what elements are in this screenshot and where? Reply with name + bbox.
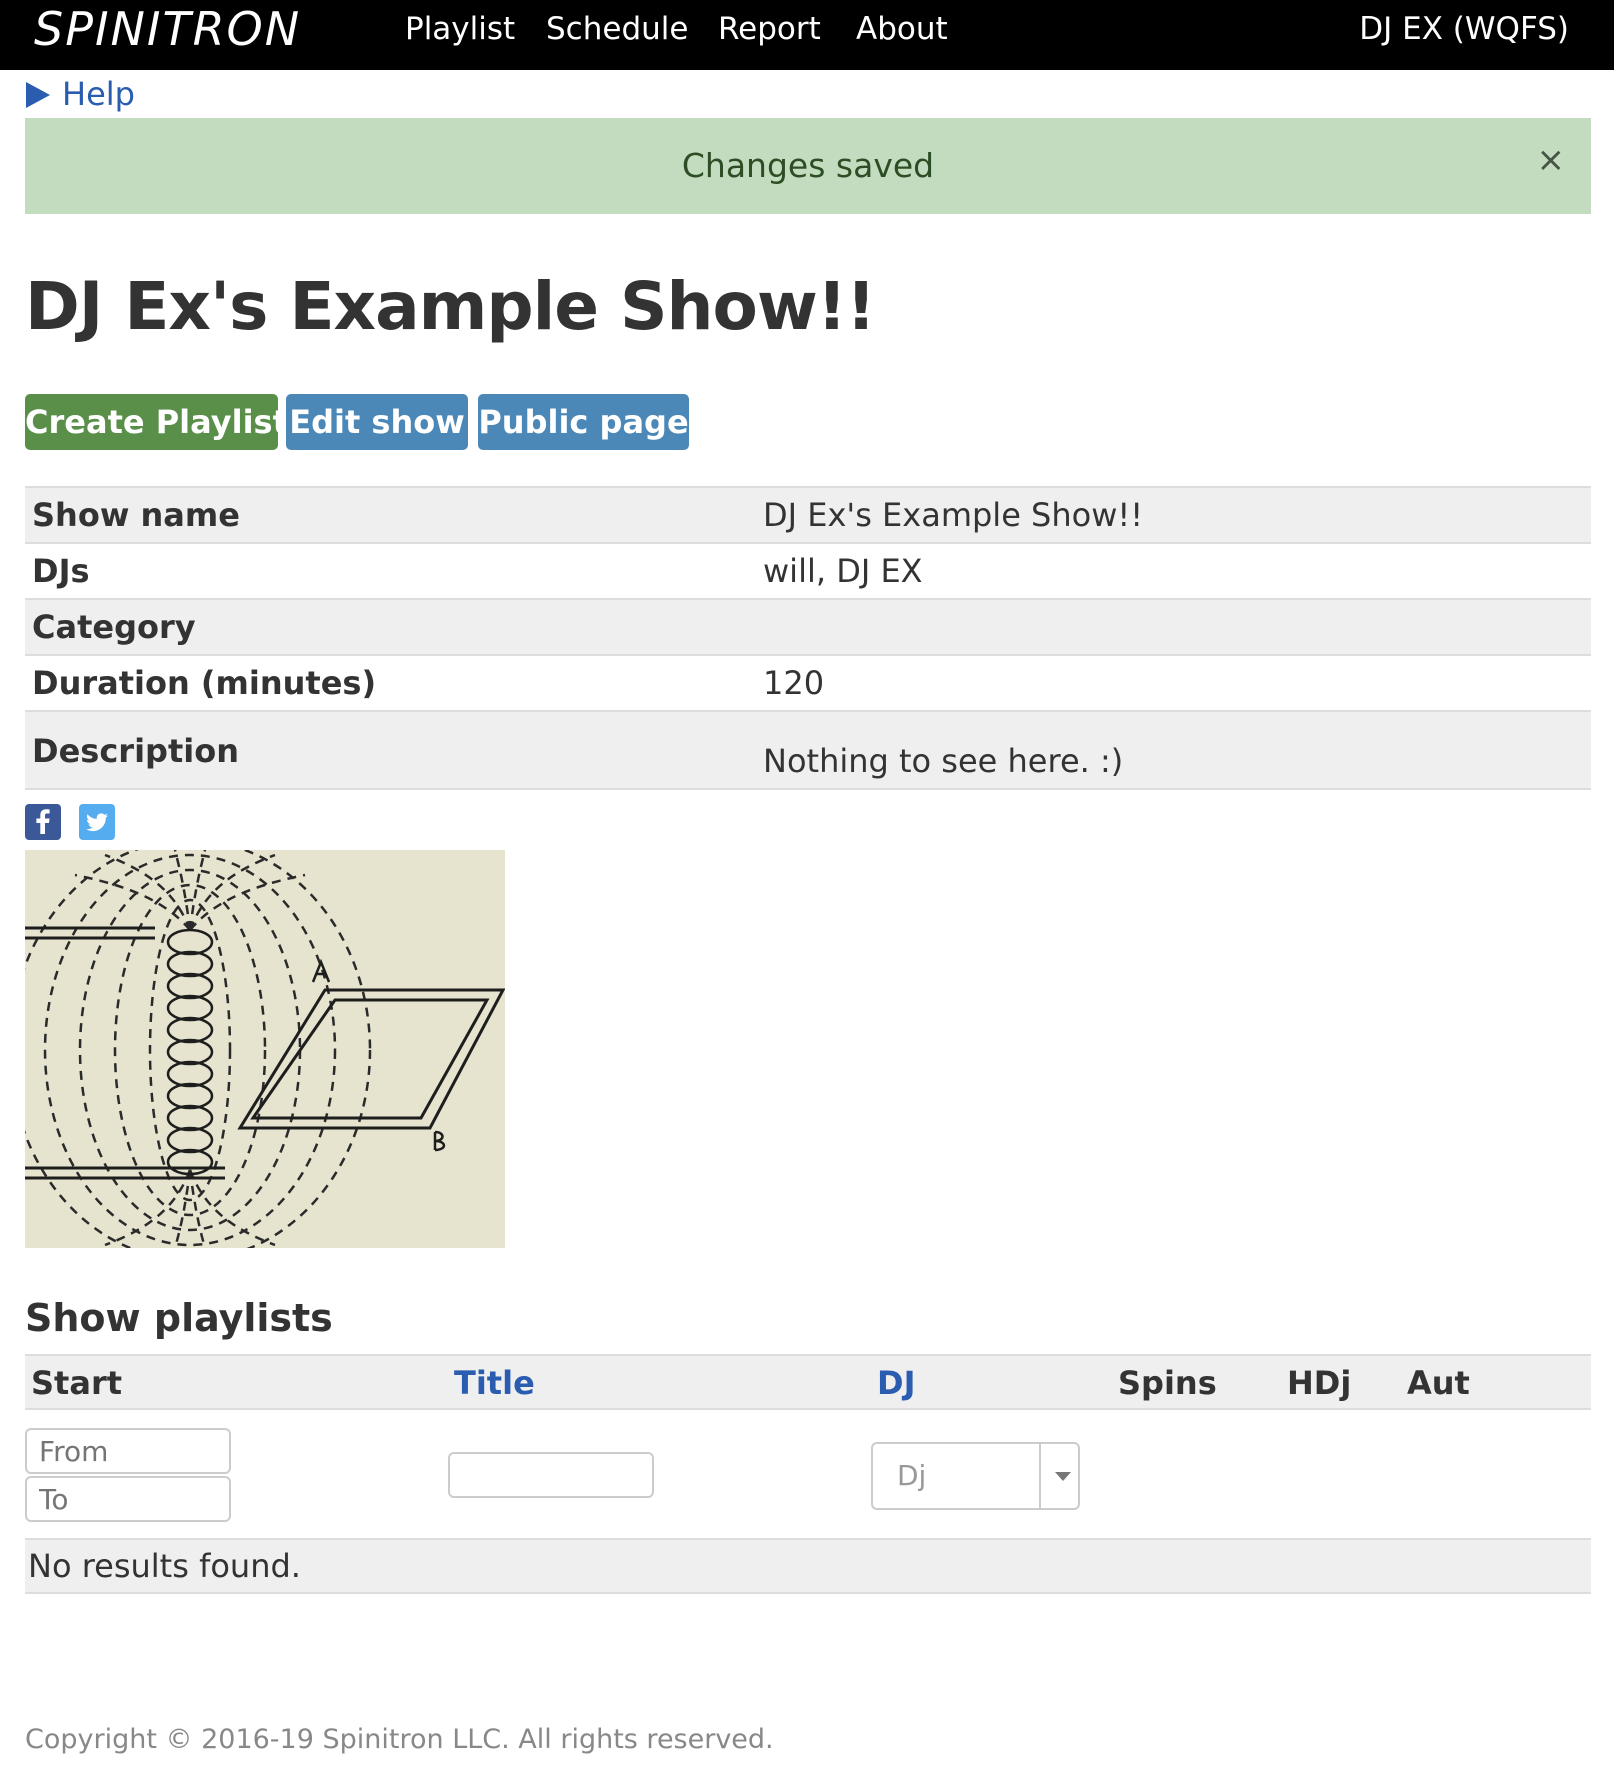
nav-item-about[interactable]: About <box>856 0 948 58</box>
help-toggle[interactable]: Help <box>26 72 135 116</box>
info-value: Nothing to see here. :) <box>763 742 1124 780</box>
divider <box>25 788 1591 790</box>
section-title-show-playlists: Show playlists <box>25 1296 333 1340</box>
info-row-duration: Duration (minutes) 120 <box>25 654 1591 710</box>
twitter-icon[interactable] <box>79 804 115 840</box>
empty-message: No results found. <box>28 1547 301 1585</box>
filter-from-input[interactable] <box>25 1428 231 1474</box>
info-label: DJs <box>32 552 90 590</box>
column-header-dj[interactable]: DJ <box>877 1356 915 1410</box>
filter-dj-select[interactable]: Dj <box>871 1442 1080 1510</box>
playlists-table-header: Start Title DJ Spins HDj Aut <box>25 1354 1591 1410</box>
success-alert: Changes saved × <box>25 118 1591 214</box>
info-label: Description <box>32 732 239 770</box>
user-menu[interactable]: DJ EX (WQFS) <box>1359 0 1569 58</box>
info-row-show-name: Show name DJ Ex's Example Show!! <box>25 486 1591 542</box>
info-value: will, DJ EX <box>763 552 923 590</box>
create-playlist-button[interactable]: Create Playlist <box>25 394 288 450</box>
select-placeholder: Dj <box>897 1459 927 1492</box>
chevron-down-icon <box>1055 1472 1071 1481</box>
info-label: Duration (minutes) <box>32 664 377 702</box>
alert-message: Changes saved <box>681 146 935 185</box>
filter-to-input[interactable] <box>25 1476 231 1522</box>
divider <box>1039 1444 1041 1508</box>
public-page-button[interactable]: Public page <box>478 394 689 450</box>
column-header-start: Start <box>31 1364 123 1402</box>
column-header-hdj: HDj <box>1287 1364 1352 1402</box>
info-label: Category <box>32 608 196 646</box>
column-header-aut: Aut <box>1407 1364 1470 1402</box>
column-header-spins: Spins <box>1118 1364 1217 1402</box>
nav-item-report[interactable]: Report <box>718 0 821 58</box>
nav-item-schedule[interactable]: Schedule <box>546 0 688 58</box>
facebook-icon[interactable] <box>25 804 61 840</box>
empty-results-row: No results found. <box>25 1538 1591 1594</box>
info-value: DJ Ex's Example Show!! <box>763 496 1144 534</box>
footer-copyright: Copyright © 2016-19 Spinitron LLC. All r… <box>25 1724 774 1755</box>
info-label: Show name <box>32 496 240 534</box>
info-row-category: Category <box>25 598 1591 654</box>
edit-show-button[interactable]: Edit show <box>286 394 468 450</box>
nav-item-playlist[interactable]: Playlist <box>405 0 515 58</box>
brand-logo[interactable]: SPINITRON <box>34 0 301 58</box>
expand-triangle-icon <box>26 82 50 108</box>
page-title: DJ Ex's Example Show!! <box>25 268 876 345</box>
info-row-description: Description Nothing to see here. :) <box>25 710 1591 788</box>
column-header-title[interactable]: Title <box>454 1356 535 1410</box>
show-image <box>25 850 505 1248</box>
info-value: 120 <box>763 664 825 702</box>
info-row-djs: DJs will, DJ EX <box>25 542 1591 598</box>
close-icon[interactable]: × <box>1537 140 1566 180</box>
filter-title-input[interactable] <box>448 1452 654 1498</box>
navbar: SPINITRON Playlist Schedule Report About… <box>0 0 1614 70</box>
help-label: Help <box>62 75 135 113</box>
